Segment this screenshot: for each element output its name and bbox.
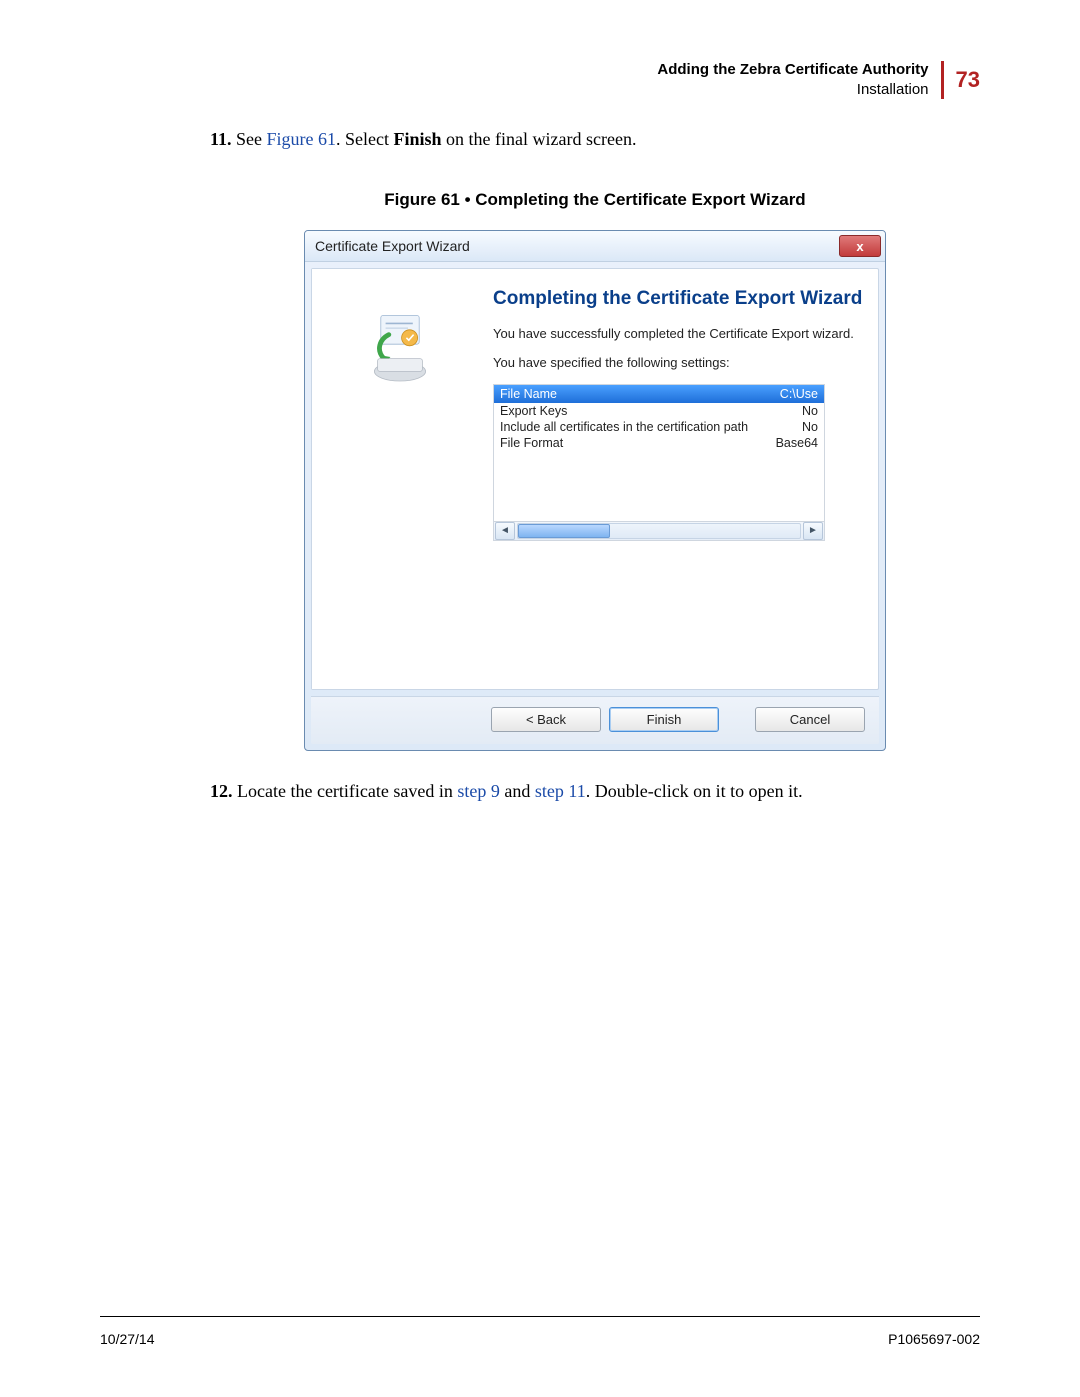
step-12-text-pre: Locate the certificate saved in (233, 781, 458, 801)
step-9-link[interactable]: step 9 (457, 781, 500, 801)
wizard-right-pane: Completing the Certificate Export Wizard… (487, 269, 878, 689)
close-icon: x (856, 239, 863, 254)
wizard-heading: Completing the Certificate Export Wizard (493, 287, 866, 311)
settings-row-key: File Format (500, 436, 776, 450)
step-11-text-post: on the final wizard screen. (442, 129, 637, 149)
header-text-block: Adding the Zebra Certificate Authority I… (657, 60, 940, 99)
header-subtitle: Installation (657, 80, 928, 100)
settings-header-row: File Name C:\Use (494, 385, 824, 403)
wizard-button-bar: < Back Finish Cancel (311, 696, 879, 744)
finish-button-label: Finish (647, 712, 682, 727)
step-11-text-pre: See (232, 129, 267, 149)
settings-header-value: C:\Use (780, 387, 818, 401)
horizontal-scrollbar[interactable]: ◄ ► (494, 521, 824, 540)
step-11-text-mid: . Select (336, 129, 393, 149)
certificate-export-wizard-window: Certificate Export Wizard x (304, 230, 886, 751)
step-12: 12. Locate the certificate saved in step… (210, 781, 980, 802)
page-header: Adding the Zebra Certificate Authority I… (100, 60, 980, 99)
step-11-bold: Finish (394, 129, 442, 149)
header-divider (941, 61, 944, 99)
window-titlebar: Certificate Export Wizard x (305, 231, 885, 262)
step-11-number: 11. (210, 129, 232, 149)
step-11-link[interactable]: step 11 (535, 781, 586, 801)
scroll-right-arrow[interactable]: ► (803, 522, 823, 540)
document-page: Adding the Zebra Certificate Authority I… (0, 0, 1080, 1397)
page-footer: 10/27/14 P1065697-002 (100, 1331, 980, 1347)
settings-row: Include all certificates in the certific… (494, 419, 824, 435)
settings-listview: File Name C:\Use Export Keys No Include … (493, 384, 825, 541)
wizard-settings-label: You have specified the following setting… (493, 354, 866, 372)
wizard-description: You have successfully completed the Cert… (493, 325, 866, 343)
settings-row-key: Include all certificates in the certific… (500, 420, 802, 434)
back-button-label: < Back (526, 712, 566, 727)
settings-row: Export Keys No (494, 403, 824, 419)
scroll-track[interactable] (517, 523, 801, 539)
step-12-text-mid: and (500, 781, 535, 801)
figure-caption: Figure 61 • Completing the Certificate E… (210, 190, 980, 210)
close-button[interactable]: x (839, 235, 881, 257)
step-12-number: 12. (210, 781, 233, 801)
step-12-text-post: . Double-click on it to open it. (586, 781, 803, 801)
settings-row-value: Base64 (776, 436, 818, 450)
settings-row-value: No (802, 404, 818, 418)
figure-image-wrap: Certificate Export Wizard x (210, 230, 980, 751)
scroll-left-arrow[interactable]: ◄ (495, 522, 515, 540)
footer-date: 10/27/14 (100, 1331, 155, 1347)
settings-header-key: File Name (500, 387, 780, 401)
wizard-left-pane (312, 269, 487, 689)
cancel-button[interactable]: Cancel (755, 707, 865, 732)
window-title: Certificate Export Wizard (315, 238, 839, 254)
back-button[interactable]: < Back (491, 707, 601, 732)
page-number: 73 (956, 67, 980, 93)
scroll-thumb[interactable] (518, 524, 610, 538)
certificate-export-icon (360, 309, 440, 392)
footer-docid: P1065697-002 (888, 1331, 980, 1347)
finish-button[interactable]: Finish (609, 707, 719, 732)
figure-61-link[interactable]: Figure 61 (267, 129, 337, 149)
wizard-client-area: Completing the Certificate Export Wizard… (311, 268, 879, 690)
step-11: 11. See Figure 61. Select Finish on the … (210, 129, 980, 150)
settings-row-key: Export Keys (500, 404, 802, 418)
footer-rule (100, 1316, 980, 1317)
header-title: Adding the Zebra Certificate Authority (657, 60, 928, 80)
settings-row: File Format Base64 (494, 435, 824, 451)
cancel-button-label: Cancel (790, 712, 830, 727)
body-area: 11. See Figure 61. Select Finish on the … (210, 129, 980, 802)
settings-row-value: No (802, 420, 818, 434)
